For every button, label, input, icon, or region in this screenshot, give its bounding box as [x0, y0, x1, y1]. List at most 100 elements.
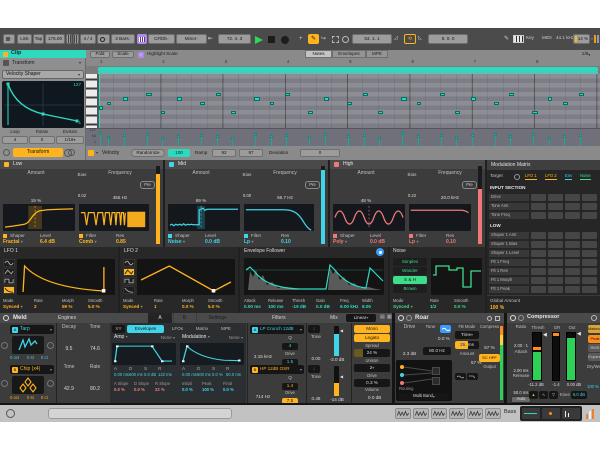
routing-chooser[interactable]: Multi Band▾	[399, 393, 449, 400]
matrix-cell[interactable]	[582, 286, 597, 293]
shaper-level-value[interactable]: 0.0 dB	[205, 240, 220, 245]
mid-band-node[interactable]	[400, 373, 404, 377]
lfo-display[interactable]	[137, 259, 235, 295]
filter-checkbox[interactable]	[244, 234, 248, 238]
shaper-checkbox[interactable]	[3, 234, 7, 238]
filter-b-drive-field[interactable]: 7.5	[282, 398, 298, 403]
selection-box-icon[interactable]	[332, 36, 339, 43]
velocity-lane[interactable]: 127641	[86, 128, 600, 146]
matrix-row-shaper-1-bias[interactable]: Shaper 1 Bias	[489, 241, 529, 248]
loop-button[interactable]: ⟲	[404, 34, 416, 44]
peak-model-button[interactable]: Peak	[588, 335, 600, 343]
transform-tool-chooser[interactable]: Velocity Shaper▾	[2, 70, 84, 79]
matrix-row-tone-amt[interactable]: Tone Amt	[489, 203, 529, 210]
mix-mode-chooser[interactable]: Linear▾	[346, 314, 376, 322]
matrix-cell[interactable]	[548, 259, 563, 266]
env-stage-value[interactable]: 0.00 ms	[114, 373, 129, 377]
envf-width-value[interactable]: 8.00	[362, 305, 371, 310]
band-header[interactable]: Low	[0, 160, 163, 169]
shaper-display[interactable]	[3, 204, 75, 231]
env-extra-value[interactable]: 0.0 %	[182, 388, 193, 392]
matrix-cell[interactable]	[531, 259, 546, 266]
midi-note[interactable]	[146, 93, 152, 97]
env-extra-value[interactable]: 22 %	[155, 388, 165, 392]
threshold-meter[interactable]	[532, 332, 542, 381]
filter-type-chooser[interactable]: Comb ▾	[79, 240, 97, 245]
midi-note[interactable]	[494, 102, 499, 106]
matrix-cell[interactable]	[531, 250, 546, 257]
matrix-cell[interactable]	[582, 203, 597, 210]
shaper-level-value[interactable]: 6.4 dB	[40, 240, 55, 245]
pointer-mode-icon[interactable]	[342, 36, 349, 43]
tab-xy[interactable]: XY	[112, 325, 125, 333]
count-in-chooser[interactable]: 2 Bars▾	[111, 34, 135, 44]
division-param-chooser[interactable]: 1/16▾	[56, 136, 84, 144]
transform-apply-button[interactable]: Transform	[13, 148, 63, 157]
env-stage-value[interactable]: 600 ms	[129, 373, 143, 377]
matrix-cell[interactable]	[565, 203, 580, 210]
draw-mode-button[interactable]: ✎	[308, 34, 319, 44]
roar-routing-display[interactable]: Routing Multi Band▾	[396, 360, 452, 401]
link-button[interactable]: Link	[17, 34, 32, 44]
matrix-cell[interactable]	[565, 286, 580, 293]
tab-envelopes[interactable]: Envelopes	[127, 325, 164, 333]
ramp-end-field[interactable]: 97	[239, 149, 263, 157]
matrix-cell[interactable]	[548, 194, 563, 201]
matrix-cell[interactable]	[531, 241, 546, 248]
velocity-shaper-curve-display[interactable]: 127 1	[2, 81, 84, 128]
scale-name-chooser[interactable]: Minor▾	[176, 34, 207, 44]
loop-length-field[interactable]: 8. 0. 0	[428, 34, 468, 44]
tap-tempo-button[interactable]: Tap	[33, 34, 44, 44]
meld-header[interactable]: Meld Engines A B Settings Filters Mix Li…	[0, 313, 392, 323]
record-button[interactable]	[281, 36, 289, 44]
engine-a-display[interactable]	[12, 336, 44, 354]
power-icon[interactable]	[398, 315, 404, 321]
filter-display[interactable]	[244, 204, 314, 231]
filter-b-volume-slider[interactable]	[334, 366, 339, 396]
midi-note[interactable]	[563, 102, 568, 106]
shaper-type-chooser[interactable]: Fractal ▾	[3, 240, 23, 245]
power-icon[interactable]	[3, 315, 9, 321]
grid-chooser[interactable]: 1/8▾	[574, 51, 598, 58]
engine-b-display[interactable]	[12, 376, 44, 394]
midi-note[interactable]	[177, 97, 182, 101]
pattern-icon[interactable]	[467, 408, 483, 419]
envf-freq-value[interactable]: 9.00 kHz	[340, 305, 358, 310]
wrench-icon[interactable]	[487, 316, 492, 321]
env-extra-value[interactable]: 0.0 %	[114, 388, 125, 392]
loop-param-field[interactable]: 4	[2, 136, 28, 144]
filter-a-q-field[interactable]: 4	[282, 343, 298, 350]
lfo-display[interactable]	[17, 259, 115, 295]
loop-scrub-area[interactable]	[86, 66, 600, 74]
punch-out-icon[interactable]: ◺	[418, 36, 422, 41]
matrix-cell[interactable]	[565, 277, 580, 284]
lfo-smooth-value[interactable]: 5.0 %	[88, 305, 100, 310]
tempo-field[interactable]: 175.00	[45, 34, 65, 44]
env-stage-value[interactable]: 50.0 ms	[226, 373, 241, 377]
noise-type-wander[interactable]: Wander	[393, 267, 427, 275]
pre-button[interactable]: Pre	[140, 181, 155, 189]
midi-note[interactable]	[455, 111, 460, 115]
env-stage-value[interactable]: 0.0 dB	[144, 373, 156, 377]
midi-note[interactable]	[417, 102, 421, 106]
listen-icon[interactable]: ▽	[549, 391, 558, 399]
midi-note[interactable]	[347, 102, 352, 106]
compressor-thumbnail[interactable]	[562, 408, 580, 419]
cpu-meter[interactable]: 14 %	[573, 34, 590, 44]
matrix-cell[interactable]	[531, 286, 546, 293]
matrix-cell[interactable]	[531, 277, 546, 284]
engine-b-prev-button[interactable]	[1, 380, 8, 387]
auto-release-button[interactable]: Auto	[511, 396, 531, 403]
matrix-row-tone-freq[interactable]: Tone Freq	[489, 212, 529, 219]
midi-note[interactable]	[324, 97, 329, 101]
shaper-type-chooser[interactable]: Noise ▾	[168, 240, 185, 245]
play-button[interactable]	[255, 36, 263, 44]
matrix-cell[interactable]	[531, 194, 546, 201]
options-chooser[interactable]: ▾	[3, 34, 15, 44]
shaper-type-chooser[interactable]: Poly ▾	[333, 240, 347, 245]
lfo-rate-value[interactable]: 1	[154, 305, 157, 310]
high-band-node[interactable]	[400, 381, 404, 385]
midi-note[interactable]	[440, 93, 445, 97]
compressor-header[interactable]: Compressor	[507, 313, 600, 323]
stage-node-2[interactable]	[432, 377, 440, 385]
